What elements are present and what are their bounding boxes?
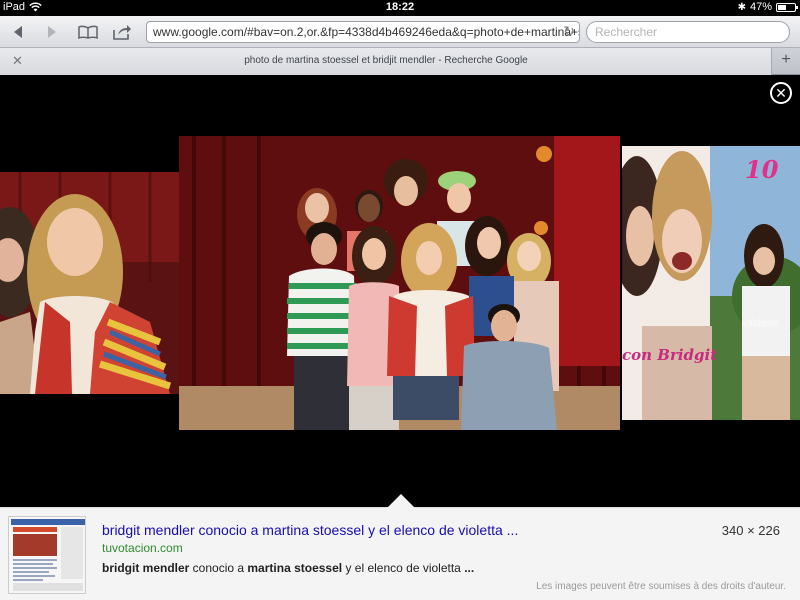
snippet-bold-2: martina stoessel	[247, 561, 343, 575]
result-title-link[interactable]: bridgit mendler conocio a martina stoess…	[102, 522, 702, 538]
snippet-bold-3: ...	[464, 561, 475, 575]
tab-title: photo de martina stoessel et bridjit men…	[244, 55, 528, 66]
snippet-bold-1: bridgit mendler	[102, 561, 190, 575]
tab-google-search[interactable]: ✕ photo de martina stoessel et bridjit m…	[0, 48, 772, 75]
new-tab-icon[interactable]: +	[776, 51, 796, 71]
url-text: www.google.com/#bav=on.2,or.&fp=4338d4b4…	[153, 25, 580, 39]
address-bar[interactable]: www.google.com/#bav=on.2,or.&fp=4338d4b4…	[146, 21, 580, 43]
status-bar: iPad 18:22 ✱ 47%	[0, 0, 800, 16]
share-button[interactable]	[110, 21, 134, 43]
share-icon	[113, 25, 131, 40]
browser-toolbar: www.google.com/#bav=on.2,or.&fp=4338d4b4…	[0, 16, 800, 48]
watermark-text: valdasie	[742, 318, 779, 329]
result-domain[interactable]: tuvotacion.com	[102, 541, 183, 555]
image-info-panel: bridgit mendler conocio a martina stoess…	[0, 494, 800, 600]
back-arrow-icon	[14, 26, 22, 38]
overlay-caption-text: con Bridgit	[622, 346, 717, 364]
next-image-graphic: 10 con Bridgit valdasie	[622, 146, 800, 420]
clock: 18:22	[385, 1, 415, 13]
safari-screen: iPad 18:22 ✱ 47% www.google.com/#bav=on.…	[0, 0, 800, 600]
main-image-graphic	[179, 136, 620, 430]
forward-button[interactable]	[40, 21, 64, 43]
thumbnail-graphic	[9, 517, 85, 593]
back-button[interactable]	[6, 21, 30, 43]
battery-percent: 47%	[749, 1, 772, 13]
forward-arrow-icon	[48, 26, 56, 38]
book-icon	[78, 25, 98, 39]
bookmarks-button[interactable]	[76, 21, 100, 43]
snippet-text-1: conocio a	[189, 561, 248, 575]
next-image[interactable]: 10 con Bridgit valdasie	[622, 146, 800, 420]
main-image[interactable]	[179, 136, 620, 430]
overlay-number-text: 10	[745, 155, 779, 184]
copyright-notice: Les images peuvent être soumises à des d…	[536, 581, 786, 592]
search-input[interactable]: Rechercher	[586, 21, 790, 43]
image-dimensions: 340 × 226	[721, 523, 780, 538]
status-right: ✱ 47%	[737, 1, 798, 13]
previous-image-graphic	[0, 172, 182, 394]
image-viewer: ✕ 10 con Bridgit valdasie	[0, 75, 800, 507]
reload-icon[interactable]: ↻	[563, 23, 575, 40]
tab-bar: ✕ photo de martina stoessel et bridjit m…	[0, 48, 800, 75]
snippet-text-2: y el elenco de violetta	[342, 561, 465, 575]
bluetooth-icon: ✱	[737, 1, 746, 13]
result-snippet: bridgit mendler conocio a martina stoess…	[102, 561, 474, 575]
close-viewer-icon[interactable]: ✕	[770, 82, 792, 104]
battery-icon	[776, 2, 798, 12]
source-page-thumbnail[interactable]	[8, 516, 86, 594]
panel-pointer	[387, 494, 415, 508]
previous-image[interactable]	[0, 172, 182, 394]
battery-level	[778, 4, 786, 10]
